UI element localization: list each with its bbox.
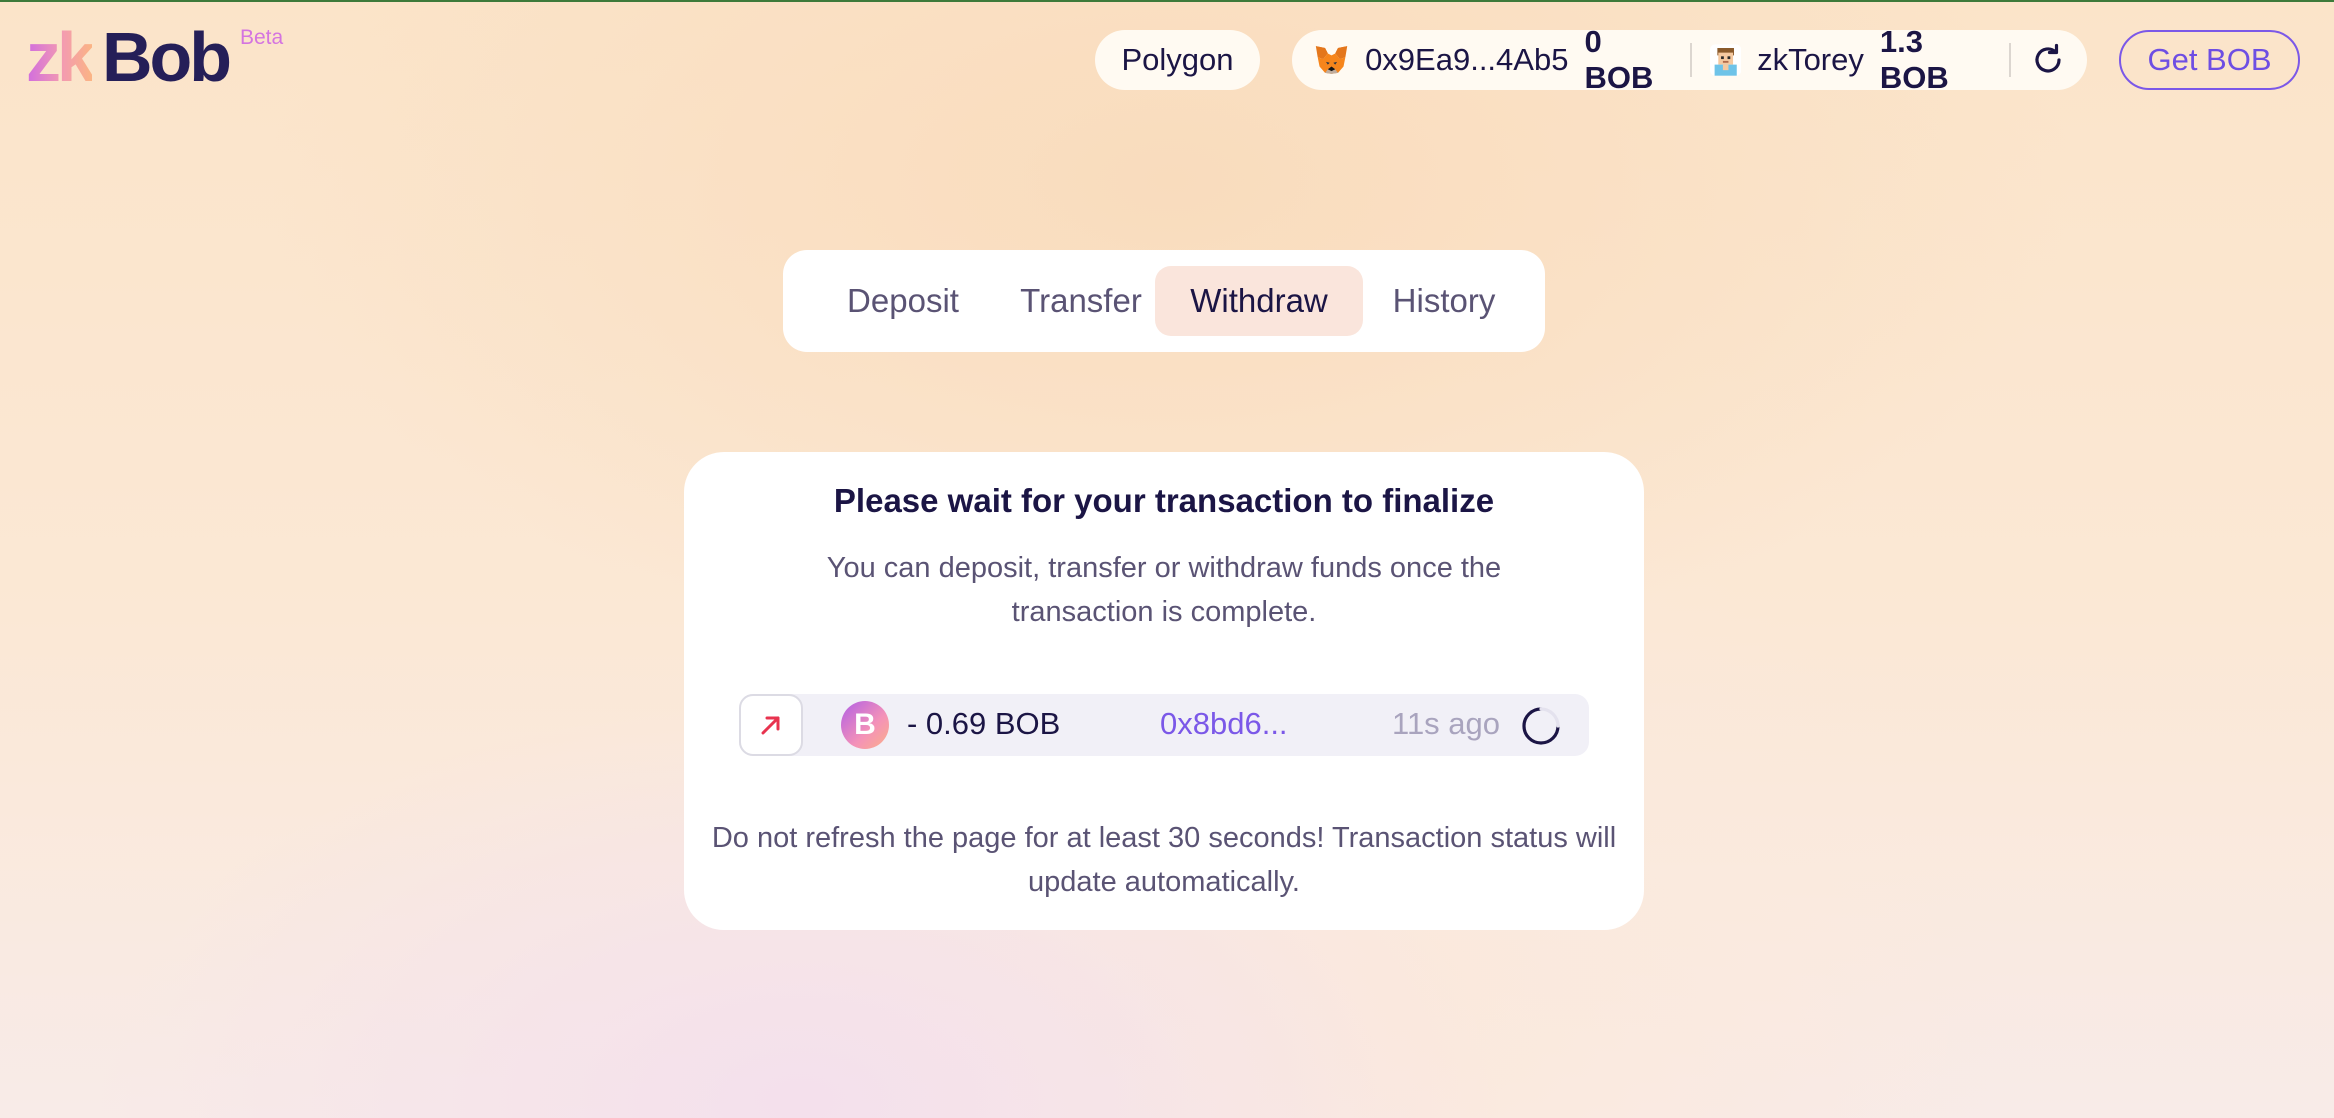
transaction-hash-link[interactable]: 0x8bd6... (1160, 706, 1288, 742)
transaction-time: 11s ago (1392, 706, 1501, 741)
top-border (0, 0, 2334, 2)
refresh-warning: Do not refresh the page for at least 30 … (711, 822, 1617, 898)
metamask-fox-icon (1315, 46, 1348, 74)
beta-badge: Beta (240, 26, 284, 49)
pending-transaction-card: Please wait for your transaction to fina… (684, 452, 1644, 930)
tab-deposit[interactable]: Deposit (799, 266, 1007, 336)
tab-bar: Deposit Transfer Withdraw History (783, 250, 1545, 352)
get-bob-button[interactable]: Get BOB (2119, 30, 2300, 90)
account-name: zkTorey (1757, 42, 1864, 77)
arrow-up-right-icon (739, 694, 803, 756)
wallet-account-pill[interactable]: 0x9Ea9...4Ab5 0 BOB zkTorey 1.3 BOB (1292, 24, 2087, 95)
transaction-amount: - 0.69 BOB (907, 706, 1061, 741)
tab-history[interactable]: History (1363, 266, 1525, 336)
divider (1689, 43, 1692, 77)
spinner-icon (1522, 707, 1560, 745)
bob-token-icon: B (841, 701, 889, 749)
network-selector[interactable]: Polygon (1095, 30, 1260, 90)
tab-withdraw[interactable]: Withdraw (1155, 266, 1363, 336)
tab-transfer[interactable]: Transfer (1007, 266, 1155, 336)
card-title: Please wait for your transaction to fina… (833, 482, 1495, 519)
wallet-balance: 0 BOB (1584, 24, 1654, 95)
transaction-row: B - 0.69 BOB 0x8bd6... 11s ago (739, 694, 1589, 756)
network-label: Polygon (1121, 42, 1234, 77)
wallet-address: 0x9Ea9...4Ab5 (1365, 42, 1569, 77)
account-balance: 1.3 BOB (1879, 24, 1949, 95)
refresh-icon[interactable] (2031, 42, 2065, 78)
divider (2009, 43, 2011, 77)
logo-bob-text: Bob (102, 18, 232, 96)
logo-zk-text: zk (26, 18, 96, 96)
account-avatar-icon (1709, 44, 1742, 76)
card-subtitle: You can deposit, transfer or withdraw fu… (826, 552, 1502, 628)
